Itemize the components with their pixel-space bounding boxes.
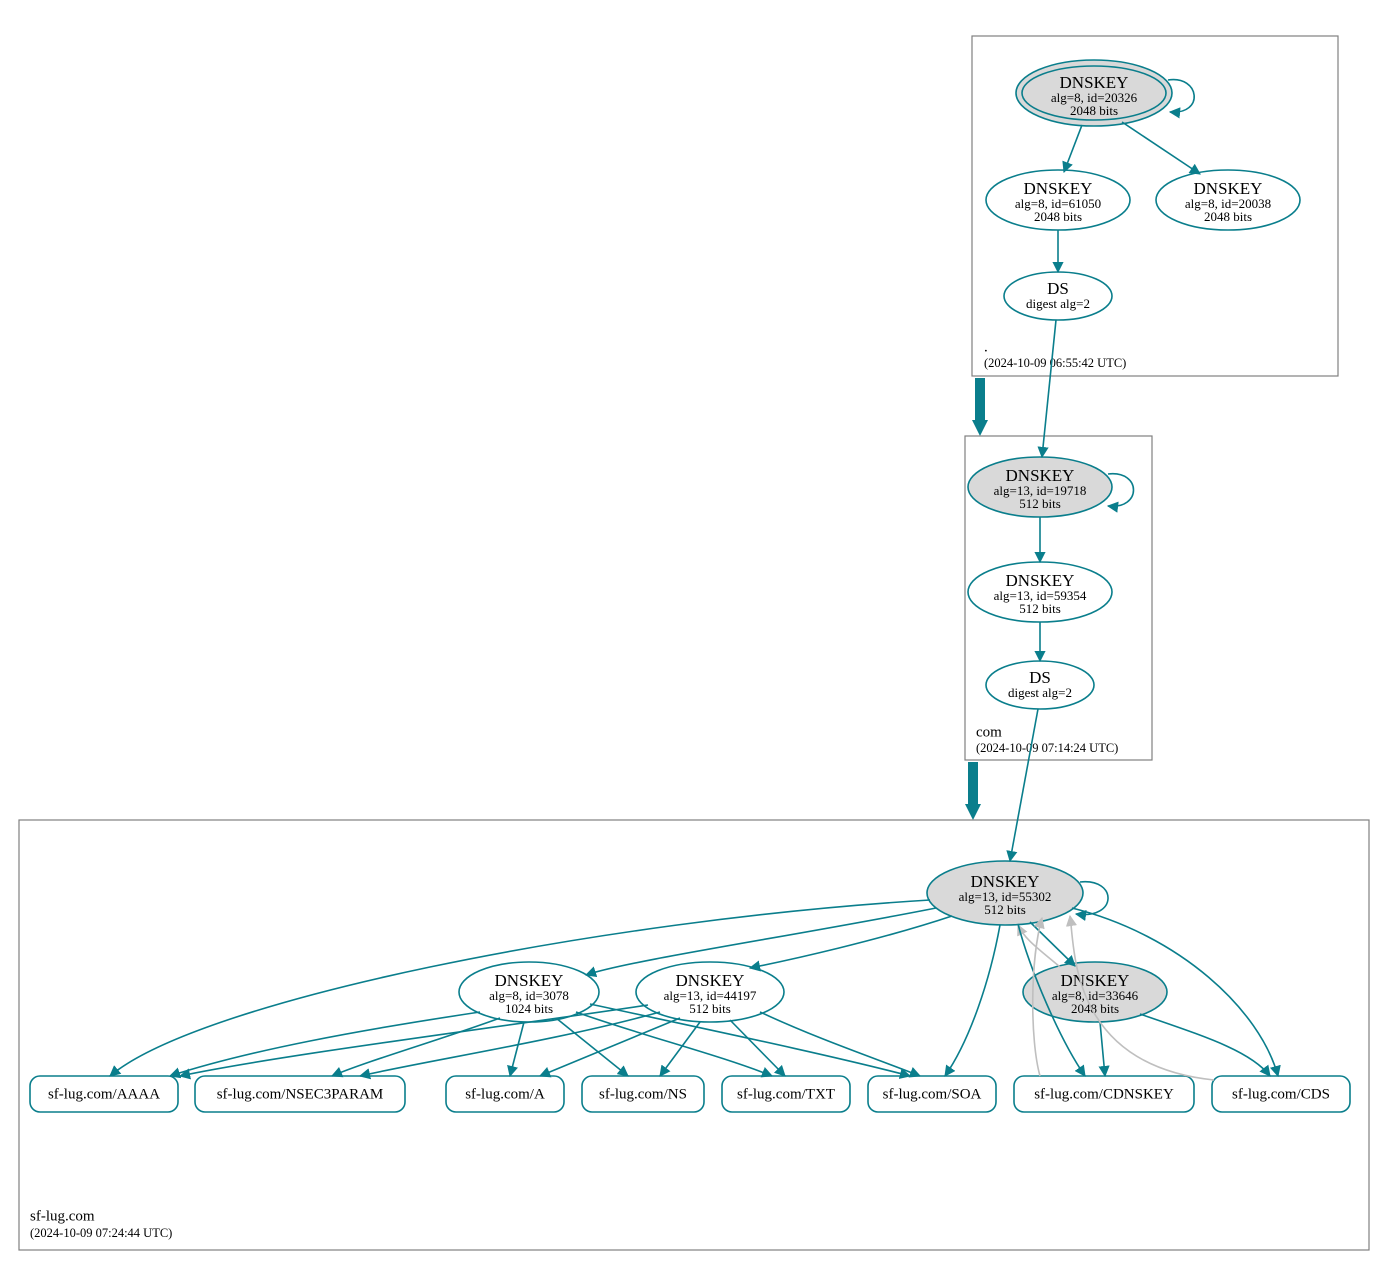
- rr-cdnskey: sf-lug.com/CDNSKEY: [1014, 1076, 1194, 1112]
- svg-text:512 bits: 512 bits: [984, 902, 1026, 917]
- rr-ns: sf-lug.com/NS: [582, 1076, 704, 1112]
- node-com-ds: DS digest alg=2: [986, 661, 1094, 709]
- svg-text:512 bits: 512 bits: [1019, 601, 1061, 616]
- svg-text:sf-lug.com/TXT: sf-lug.com/TXT: [737, 1086, 835, 1102]
- node-root-ksk: DNSKEY alg=8, id=20326 2048 bits: [1016, 60, 1172, 126]
- edge: [1010, 709, 1038, 861]
- rr-txt: sf-lug.com/TXT: [722, 1076, 850, 1112]
- rr-nsec3: sf-lug.com/NSEC3PARAM: [195, 1076, 405, 1112]
- zone-com-name: com: [976, 724, 1002, 740]
- edge: [1064, 125, 1082, 172]
- zone-com-ts: (2024-10-09 07:14:24 UTC): [976, 741, 1118, 755]
- zone-domain-box: [19, 820, 1369, 1250]
- svg-text:2048 bits: 2048 bits: [1204, 209, 1252, 224]
- edge: [556, 1018, 628, 1076]
- svg-text:sf-lug.com/SOA: sf-lug.com/SOA: [883, 1086, 982, 1102]
- rr-cds: sf-lug.com/CDS: [1212, 1076, 1350, 1112]
- node-com-ksk: DNSKEY alg=13, id=19718 512 bits: [968, 457, 1112, 517]
- edge: [760, 1012, 920, 1076]
- svg-text:sf-lug.com/NS: sf-lug.com/NS: [599, 1086, 687, 1102]
- dnssec-graph: . (2024-10-09 06:55:42 UTC) DNSKEY alg=8…: [0, 0, 1388, 1278]
- rr-aaaa: sf-lug.com/AAAA: [30, 1076, 178, 1112]
- svg-text:digest alg=2: digest alg=2: [1026, 296, 1090, 311]
- zone-arrow-root-com: [972, 378, 988, 436]
- svg-text:512 bits: 512 bits: [689, 1001, 731, 1016]
- rr-soa: sf-lug.com/SOA: [868, 1076, 996, 1112]
- rr-a: sf-lug.com/A: [446, 1076, 564, 1112]
- svg-text:digest alg=2: digest alg=2: [1008, 685, 1072, 700]
- edge: [1100, 1022, 1105, 1076]
- svg-text:sf-lug.com/NSEC3PARAM: sf-lug.com/NSEC3PARAM: [217, 1086, 384, 1102]
- svg-text:1024 bits: 1024 bits: [505, 1001, 553, 1016]
- node-root-zsk2: DNSKEY alg=8, id=20038 2048 bits: [1156, 170, 1300, 230]
- node-root-zsk1: DNSKEY alg=8, id=61050 2048 bits: [986, 170, 1130, 230]
- node-root-ds: DS digest alg=2: [1004, 272, 1112, 320]
- node-dom-ksk: DNSKEY alg=13, id=55302 512 bits: [927, 861, 1083, 925]
- zone-domain-ts: (2024-10-09 07:24:44 UTC): [30, 1226, 172, 1240]
- svg-text:2048 bits: 2048 bits: [1034, 209, 1082, 224]
- svg-text:2048 bits: 2048 bits: [1070, 103, 1118, 118]
- svg-text:sf-lug.com/CDS: sf-lug.com/CDS: [1232, 1086, 1330, 1102]
- edge: [1122, 122, 1200, 174]
- zone-domain-name: sf-lug.com: [30, 1208, 95, 1224]
- edge: [510, 1022, 524, 1076]
- zone-root-name: .: [984, 339, 988, 355]
- zone-root-ts: (2024-10-09 06:55:42 UTC): [984, 356, 1126, 370]
- node-com-zsk: DNSKEY alg=13, id=59354 512 bits: [968, 562, 1112, 622]
- edge: [540, 1018, 680, 1076]
- zone-arrow-com-domain: [965, 762, 981, 820]
- edge: [170, 1012, 480, 1076]
- svg-text:sf-lug.com/A: sf-lug.com/A: [465, 1086, 545, 1102]
- edge: [945, 925, 1000, 1076]
- svg-text:512 bits: 512 bits: [1019, 496, 1061, 511]
- edge: [730, 1020, 785, 1076]
- svg-text:sf-lug.com/CDNSKEY: sf-lug.com/CDNSKEY: [1034, 1086, 1174, 1102]
- svg-text:sf-lug.com/AAAA: sf-lug.com/AAAA: [48, 1086, 160, 1102]
